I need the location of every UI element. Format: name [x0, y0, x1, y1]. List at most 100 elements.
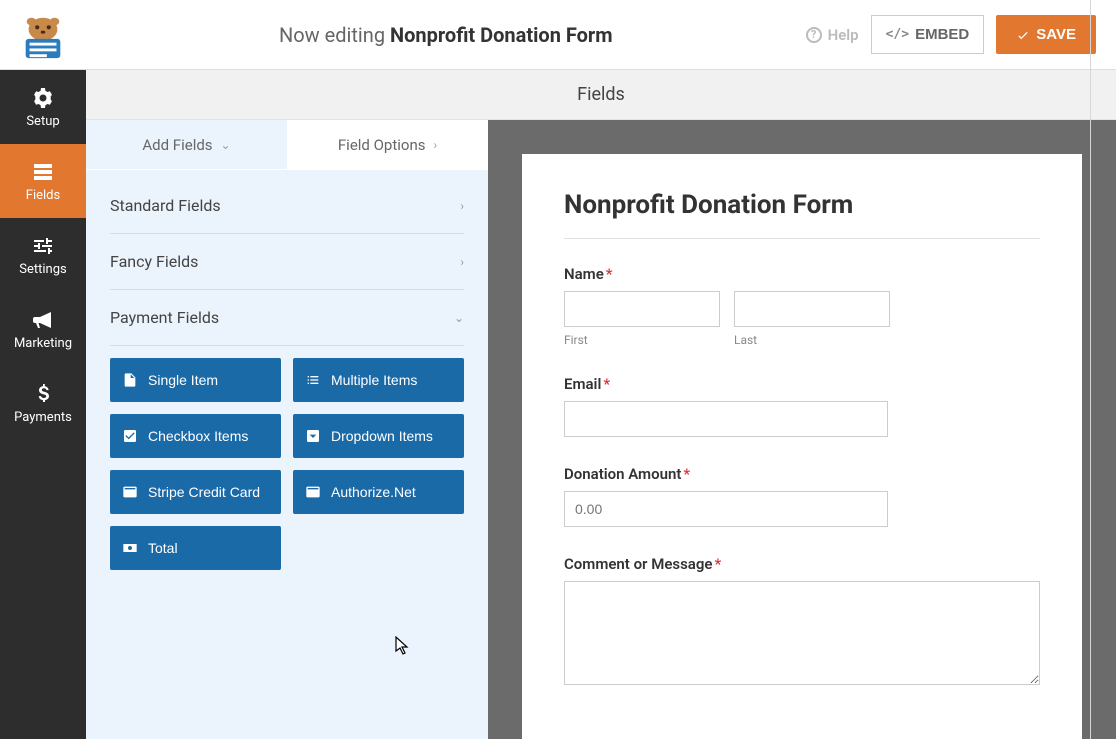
fields-panel: Add Fields ⌄ Field Options › Standard Fi…	[86, 120, 488, 739]
list-icon	[305, 372, 321, 388]
first-sublabel: First	[564, 333, 720, 347]
help-icon: ?	[806, 27, 822, 43]
save-label: SAVE	[1036, 26, 1076, 43]
nav-fields-label: Fields	[26, 188, 60, 203]
field-multiple-items[interactable]: Multiple Items	[293, 358, 464, 402]
nav-fields[interactable]: Fields	[0, 144, 86, 218]
field-amount: Donation Amount*	[564, 465, 1040, 527]
field-dropdown-items[interactable]: Dropdown Items	[293, 414, 464, 458]
group-fancy-head[interactable]: Fancy Fields ›	[110, 234, 464, 289]
comment-label: Comment or Message*	[564, 555, 1040, 573]
group-payment: Payment Fields ⌄ Single Item Multiple It…	[110, 290, 464, 590]
first-name-input[interactable]	[564, 291, 720, 327]
nav-marketing[interactable]: Marketing	[0, 292, 86, 366]
nav-marketing-label: Marketing	[14, 336, 72, 351]
card-icon	[305, 484, 321, 500]
last-name-input[interactable]	[734, 291, 890, 327]
required-marker: *	[606, 265, 613, 283]
field-authorize-label: Authorize.Net	[331, 484, 416, 500]
group-standard-label: Standard Fields	[110, 196, 221, 215]
group-fancy: Fancy Fields ›	[110, 234, 464, 290]
embed-label: EMBED	[915, 26, 969, 43]
email-label-text: Email	[564, 375, 601, 393]
comment-label-text: Comment or Message	[564, 555, 712, 573]
nav-setup-label: Setup	[26, 114, 59, 129]
field-single-item-label: Single Item	[148, 372, 218, 388]
form-name: Nonprofit Donation Form	[390, 23, 613, 47]
group-standard-head[interactable]: Standard Fields ›	[110, 178, 464, 233]
group-payment-label: Payment Fields	[110, 308, 219, 327]
nav-payments-label: Payments	[14, 410, 72, 425]
main-area: Fields Add Fields ⌄ Field Options › Stan…	[86, 70, 1116, 739]
gear-icon	[31, 86, 55, 110]
file-icon	[122, 372, 138, 388]
checkbox-icon	[122, 428, 138, 444]
workspace: Add Fields ⌄ Field Options › Standard Fi…	[86, 120, 1116, 739]
field-total[interactable]: Total	[110, 526, 281, 570]
required-marker: *	[603, 375, 610, 393]
embed-button[interactable]: </> EMBED	[871, 15, 985, 54]
email-label: Email*	[564, 375, 1040, 393]
tab-add-label: Add Fields	[142, 136, 212, 154]
dollar-icon	[31, 382, 55, 406]
panel-tabs: Add Fields ⌄ Field Options ›	[86, 120, 488, 170]
right-divider	[1090, 0, 1091, 739]
editing-prefix: Now editing	[279, 23, 390, 47]
field-checkbox-items[interactable]: Checkbox Items	[110, 414, 281, 458]
comment-textarea[interactable]	[564, 581, 1040, 685]
email-input[interactable]	[564, 401, 888, 437]
dropdown-icon	[305, 428, 321, 444]
money-icon	[122, 540, 138, 556]
group-standard: Standard Fields ›	[110, 178, 464, 234]
field-checkbox-items-label: Checkbox Items	[148, 428, 248, 444]
group-payment-head[interactable]: Payment Fields ⌄	[110, 290, 464, 346]
payment-fields-grid: Single Item Multiple Items Checkbox Item…	[110, 346, 464, 590]
tab-field-options[interactable]: Field Options ›	[287, 120, 488, 169]
panel-body: Standard Fields › Fancy Fields › Payment…	[86, 170, 488, 739]
help-label: Help	[828, 26, 859, 44]
nav-payments[interactable]: Payments	[0, 366, 86, 440]
name-label: Name*	[564, 265, 1040, 283]
tab-add-fields[interactable]: Add Fields ⌄	[86, 120, 287, 169]
page-title: Now editing Nonprofit Donation Form	[86, 23, 806, 47]
code-icon: </>	[886, 27, 909, 42]
field-email: Email*	[564, 375, 1040, 437]
name-label-text: Name	[564, 265, 604, 283]
wpforms-logo-icon	[14, 10, 72, 60]
tab-options-label: Field Options	[338, 136, 426, 154]
amount-label: Donation Amount*	[564, 465, 1040, 483]
sliders-icon	[31, 234, 55, 258]
top-actions: ? Help </> EMBED SAVE	[806, 15, 1096, 54]
nav-settings[interactable]: Settings	[0, 218, 86, 292]
nav-setup[interactable]: Setup	[0, 70, 86, 144]
chevron-right-icon: ›	[460, 255, 464, 269]
divider	[564, 238, 1040, 239]
chevron-right-icon: ›	[434, 138, 438, 152]
field-comment: Comment or Message*	[564, 555, 1040, 689]
field-dropdown-items-label: Dropdown Items	[331, 428, 433, 444]
field-name: Name* First Last	[564, 265, 1040, 347]
side-nav: Setup Fields Settings Marketing Payments	[0, 70, 86, 739]
field-stripe[interactable]: Stripe Credit Card	[110, 470, 281, 514]
name-row: First Last	[564, 291, 1040, 347]
save-button[interactable]: SAVE	[996, 15, 1096, 54]
required-marker: *	[714, 555, 721, 573]
last-sublabel: Last	[734, 333, 890, 347]
check-icon	[1016, 28, 1030, 42]
section-header: Fields	[86, 70, 1116, 120]
top-bar: Now editing Nonprofit Donation Form ? He…	[0, 0, 1116, 70]
field-authorize[interactable]: Authorize.Net	[293, 470, 464, 514]
preview-area: Nonprofit Donation Form Name* First Last	[488, 120, 1116, 739]
app-logo	[0, 10, 86, 60]
chevron-down-icon: ⌄	[221, 138, 231, 152]
bullhorn-icon	[31, 308, 55, 332]
required-marker: *	[683, 465, 690, 483]
field-multiple-items-label: Multiple Items	[331, 372, 417, 388]
chevron-right-icon: ›	[460, 199, 464, 213]
card-icon	[122, 484, 138, 500]
help-link[interactable]: ? Help	[806, 26, 859, 44]
form-title: Nonprofit Donation Form	[564, 190, 1040, 220]
amount-input[interactable]	[564, 491, 888, 527]
fields-icon	[31, 160, 55, 184]
field-single-item[interactable]: Single Item	[110, 358, 281, 402]
